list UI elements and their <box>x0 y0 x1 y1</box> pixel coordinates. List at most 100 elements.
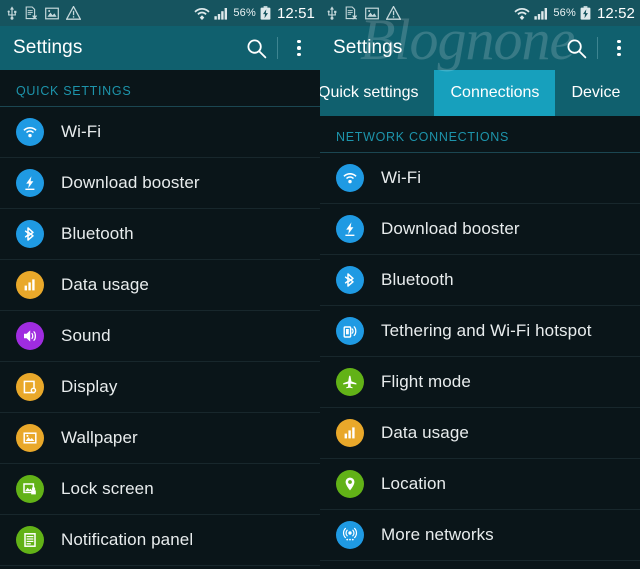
lock-screen-icon <box>16 475 44 503</box>
tab-label: Device <box>571 84 621 101</box>
battery-percent-label: 56% <box>553 7 576 19</box>
clock-label-left: 12:51 <box>276 4 315 22</box>
action-bar-buttons-left <box>235 26 320 70</box>
wifi-signal-icon <box>194 8 210 20</box>
left-settings-panel: 56% 12:51 Settings QUICK SETTINGS Wi-Fi … <box>0 0 320 569</box>
more-networks-icon <box>336 521 364 549</box>
list-item-label: Sound <box>61 326 111 345</box>
usb-icon <box>327 6 337 20</box>
flight-mode-icon <box>336 368 364 396</box>
list-item[interactable]: Notification panel <box>0 515 320 566</box>
wifi-icon <box>16 118 44 146</box>
list-item[interactable]: Flight mode <box>320 357 640 408</box>
list-item[interactable]: Download booster <box>320 204 640 255</box>
status-bar-left-icons <box>6 6 81 20</box>
bluetooth-icon <box>16 220 44 248</box>
list-item-label: Wi-Fi <box>381 168 422 187</box>
list-item-label: Data usage <box>61 275 149 294</box>
page-title-right: Settings <box>333 37 403 58</box>
section-header-connect-and-share: CONNECT AND SHARE <box>320 561 640 569</box>
status-bar-left-icons <box>326 6 401 20</box>
search-icon <box>567 39 586 58</box>
list-item-label: Flight mode <box>381 372 471 391</box>
download-booster-icon <box>336 215 364 243</box>
overflow-menu-button-right[interactable] <box>598 26 640 70</box>
wallpaper-icon <box>16 424 44 452</box>
status-bar-right-icons: 56% 12:52 <box>514 5 635 22</box>
location-icon <box>336 470 364 498</box>
list-item[interactable]: Wallpaper <box>0 413 320 464</box>
status-bar-right-icons: 56% 12:51 <box>194 5 315 22</box>
settings-tab-bar[interactable]: Quick settings Connections Device <box>320 70 640 116</box>
data-usage-icon <box>336 419 364 447</box>
section-header-quick-settings: QUICK SETTINGS <box>0 70 320 107</box>
list-item[interactable]: Bluetooth <box>0 209 320 260</box>
wifi-icon <box>336 164 364 192</box>
list-item[interactable]: Location <box>320 459 640 510</box>
right-settings-panel: Blognone <box>320 0 640 569</box>
bluetooth-icon <box>336 266 364 294</box>
tab-device[interactable]: Device <box>555 70 636 116</box>
settings-list-right[interactable]: NETWORK CONNECTIONS Wi-Fi Download boost… <box>320 116 640 569</box>
list-item[interactable]: Data usage <box>320 408 640 459</box>
image-icon <box>365 7 379 19</box>
list-item[interactable]: Tethering and Wi-Fi hotspot <box>320 306 640 357</box>
settings-list-left[interactable]: QUICK SETTINGS Wi-Fi Download booster Bl… <box>0 70 320 569</box>
action-bar-right: Settings <box>320 26 640 70</box>
search-button-left[interactable] <box>235 26 277 70</box>
status-bar-left: 56% 12:51 <box>0 0 320 26</box>
search-icon <box>247 39 266 58</box>
wifi-signal-icon <box>514 8 530 20</box>
section-header-network-connections: NETWORK CONNECTIONS <box>320 116 640 153</box>
overflow-menu-icon <box>617 39 621 57</box>
action-bar-left: Settings <box>0 26 320 70</box>
list-item-label: Tethering and Wi-Fi hotspot <box>381 321 592 340</box>
overflow-menu-icon <box>297 39 301 57</box>
list-item-label: More networks <box>381 525 494 544</box>
status-bar-right: 56% 12:52 <box>320 0 640 26</box>
list-item[interactable]: Sound <box>0 311 320 362</box>
sound-icon <box>16 322 44 350</box>
image-icon <box>45 7 59 19</box>
list-item[interactable]: Wi-Fi <box>0 107 320 158</box>
list-item-label: Location <box>381 474 447 493</box>
list-item-label: Download booster <box>381 219 520 238</box>
dual-settings-screenshot: 56% 12:51 Settings QUICK SETTINGS Wi-Fi … <box>0 0 640 569</box>
action-bar-buttons-right <box>555 26 640 70</box>
search-button-right[interactable] <box>555 26 597 70</box>
list-item[interactable]: Display <box>0 362 320 413</box>
overflow-menu-button-left[interactable] <box>278 26 320 70</box>
document-error-icon <box>25 6 38 20</box>
list-item-label: Download booster <box>61 173 200 192</box>
list-item-label: Data usage <box>381 423 469 442</box>
warning-icon <box>386 6 401 20</box>
list-item[interactable]: More networks <box>320 510 640 561</box>
page-title-left: Settings <box>13 37 83 58</box>
list-item-label: Wi-Fi <box>61 122 102 141</box>
list-item[interactable]: Wi-Fi <box>320 153 640 204</box>
list-item[interactable]: Bluetooth <box>320 255 640 306</box>
list-item-label: Bluetooth <box>381 270 454 289</box>
notification-panel-icon <box>16 526 44 554</box>
list-item[interactable]: Lock screen <box>0 464 320 515</box>
data-usage-icon <box>16 271 44 299</box>
document-error-icon <box>345 6 358 20</box>
list-item-label: Display <box>61 377 118 396</box>
tab-quick-settings[interactable]: Quick settings <box>320 70 434 116</box>
battery-charging-icon <box>260 6 271 20</box>
download-booster-icon <box>16 169 44 197</box>
tab-label: Quick settings <box>320 84 419 101</box>
cellular-signal-icon <box>214 7 228 20</box>
list-item-label: Bluetooth <box>61 224 134 243</box>
battery-percent-label: 56% <box>233 7 256 19</box>
display-icon <box>16 373 44 401</box>
tab-connections[interactable]: Connections <box>434 70 556 116</box>
list-item[interactable]: Data usage <box>0 260 320 311</box>
tab-label: Connections <box>450 84 540 101</box>
list-item[interactable]: Download booster <box>0 158 320 209</box>
list-item-label: Notification panel <box>61 530 194 549</box>
tethering-icon <box>336 317 364 345</box>
warning-icon <box>66 6 81 20</box>
usb-icon <box>7 6 17 20</box>
list-item-label: Lock screen <box>61 479 154 498</box>
